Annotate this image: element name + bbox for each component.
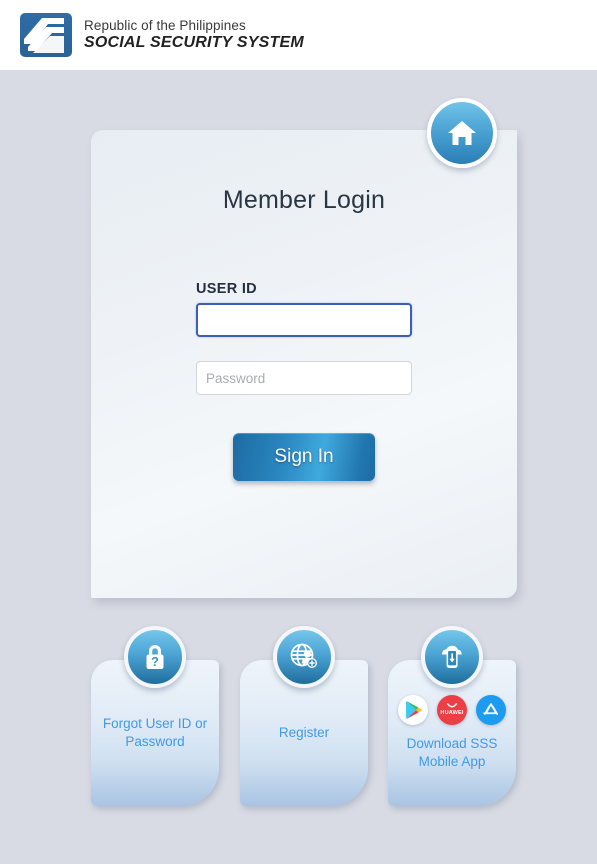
signin-button-wrap: Sign In [91, 433, 517, 481]
site-header: Republic of the Philippines SOCIAL SECUR… [0, 0, 597, 70]
member-login-card: Member Login USER ID Sign In [91, 130, 517, 598]
brand-line-2: SOCIAL SECURITY SYSTEM [84, 34, 304, 52]
register-label: Register [278, 724, 330, 740]
download-mobile-app-card[interactable]: HUAWEI Download SSS Mobile App [388, 626, 516, 806]
lock-question-icon: ? [124, 626, 186, 688]
mobile-download-cloud-icon [421, 626, 483, 688]
user-id-input[interactable] [196, 303, 412, 337]
forgot-credentials-label: Forgot User ID or Password [102, 715, 208, 749]
forgot-credentials-card[interactable]: ? Forgot User ID or Password [91, 626, 219, 806]
userid-field-group: USER ID [196, 281, 412, 337]
apple-app-store-icon[interactable] [476, 694, 506, 725]
home-icon [448, 121, 476, 145]
home-button[interactable] [427, 98, 497, 168]
quick-links-row: ? Forgot User ID or Password Register HU… [91, 626, 521, 806]
google-play-icon[interactable] [398, 694, 428, 725]
password-field-group [196, 361, 412, 395]
brand-line-1: Republic of the Philippines [84, 17, 246, 33]
svg-text:HUAWEI: HUAWEI [440, 710, 463, 716]
password-input[interactable] [196, 361, 412, 395]
store-badges: HUAWEI [398, 694, 506, 725]
sss-logo-icon [20, 13, 72, 57]
page-title: Member Login [222, 186, 386, 214]
svg-text:?: ? [151, 654, 159, 669]
download-mobile-app-label: Download SSS Mobile App [406, 735, 498, 769]
userid-label: USER ID [196, 281, 257, 297]
huawei-appgallery-icon[interactable]: HUAWEI [437, 694, 467, 725]
register-card[interactable]: Register [240, 626, 368, 806]
sign-in-button[interactable]: Sign In [233, 433, 375, 481]
brand-text: Republic of the Philippines SOCIAL SECUR… [84, 19, 304, 52]
globe-add-user-icon [273, 626, 335, 688]
